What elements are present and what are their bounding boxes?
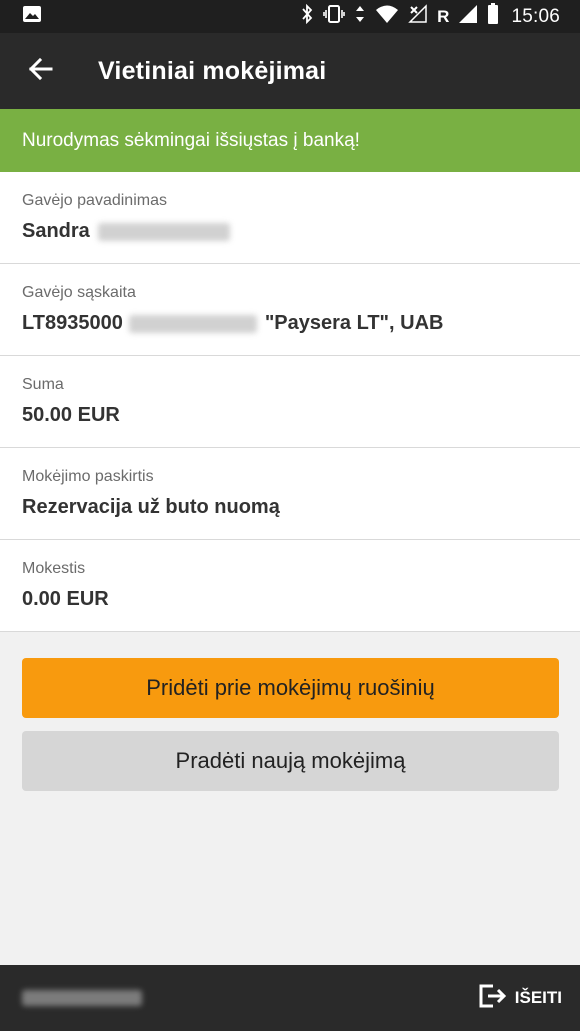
battery-icon [487,3,499,30]
detail-row-recipient-account: Gavėjo sąskaita LT8935000 "Paysera LT", … [0,264,580,356]
detail-value: 50.00 EUR [22,404,120,426]
detail-value-row: Sandra [22,220,558,243]
detail-value-row: LT8935000 "Paysera LT", UAB [22,312,558,335]
redacted-text [97,222,230,241]
new-payment-button[interactable]: Pradėti naują mokėjimą [22,731,559,791]
detail-label: Gavėjo pavadinimas [22,192,167,209]
logout-button[interactable]: IŠEITI [477,982,562,1015]
detail-value: LT8935000 [22,312,123,334]
detail-value-suffix: "Paysera LT", UAB [264,312,444,334]
detail-value: Sandra [22,220,90,242]
detail-label: Mokėjimo paskirtis [22,468,154,485]
detail-label: Mokestis [22,560,86,577]
roaming-indicator: R [437,6,450,26]
data-arrows-icon [354,4,366,29]
user-name [22,990,477,1006]
page-title: Vietiniai mokėjimai [98,56,327,85]
bluetooth-icon [300,3,314,29]
logout-icon [477,982,507,1015]
detail-label: Gavėjo sąskaita [22,284,136,301]
payment-details: Gavėjo pavadinimas Sandra Gavėjo sąskait… [0,172,580,632]
redacted-text [128,314,257,333]
detail-row-purpose: Mokėjimo paskirtis Rezervacija už buto n… [0,448,580,540]
arrow-back-icon [27,57,53,86]
image-notification-icon [22,5,42,28]
wifi-icon [375,4,399,29]
footer-bar: IŠEITI [0,965,580,1031]
back-button[interactable] [21,52,59,90]
redacted-text [22,990,142,1006]
status-time: 15:06 [511,5,560,27]
success-banner: Nurodymas sėkmingai išsiųstas į banką! [0,109,580,172]
detail-row-recipient-name: Gavėjo pavadinimas Sandra [0,172,580,264]
detail-label: Suma [22,376,64,393]
detail-value: Rezervacija už buto nuomą [22,496,280,518]
no-signal-icon [408,4,428,29]
success-message: Nurodymas sėkmingai išsiųstas į banką! [22,129,360,151]
detail-value: 0.00 EUR [22,588,109,610]
detail-row-fee: Mokestis 0.00 EUR [0,540,580,632]
add-to-drafts-button[interactable]: Pridėti prie mokėjimų ruošinių [22,658,559,718]
vibrate-icon [323,4,345,29]
signal-icon [458,4,478,29]
status-bar: R 15:06 [0,0,580,33]
detail-row-amount: Suma 50.00 EUR [0,356,580,448]
logout-label: IŠEITI [514,988,562,1007]
app-bar: Vietiniai mokėjimai [0,33,580,109]
